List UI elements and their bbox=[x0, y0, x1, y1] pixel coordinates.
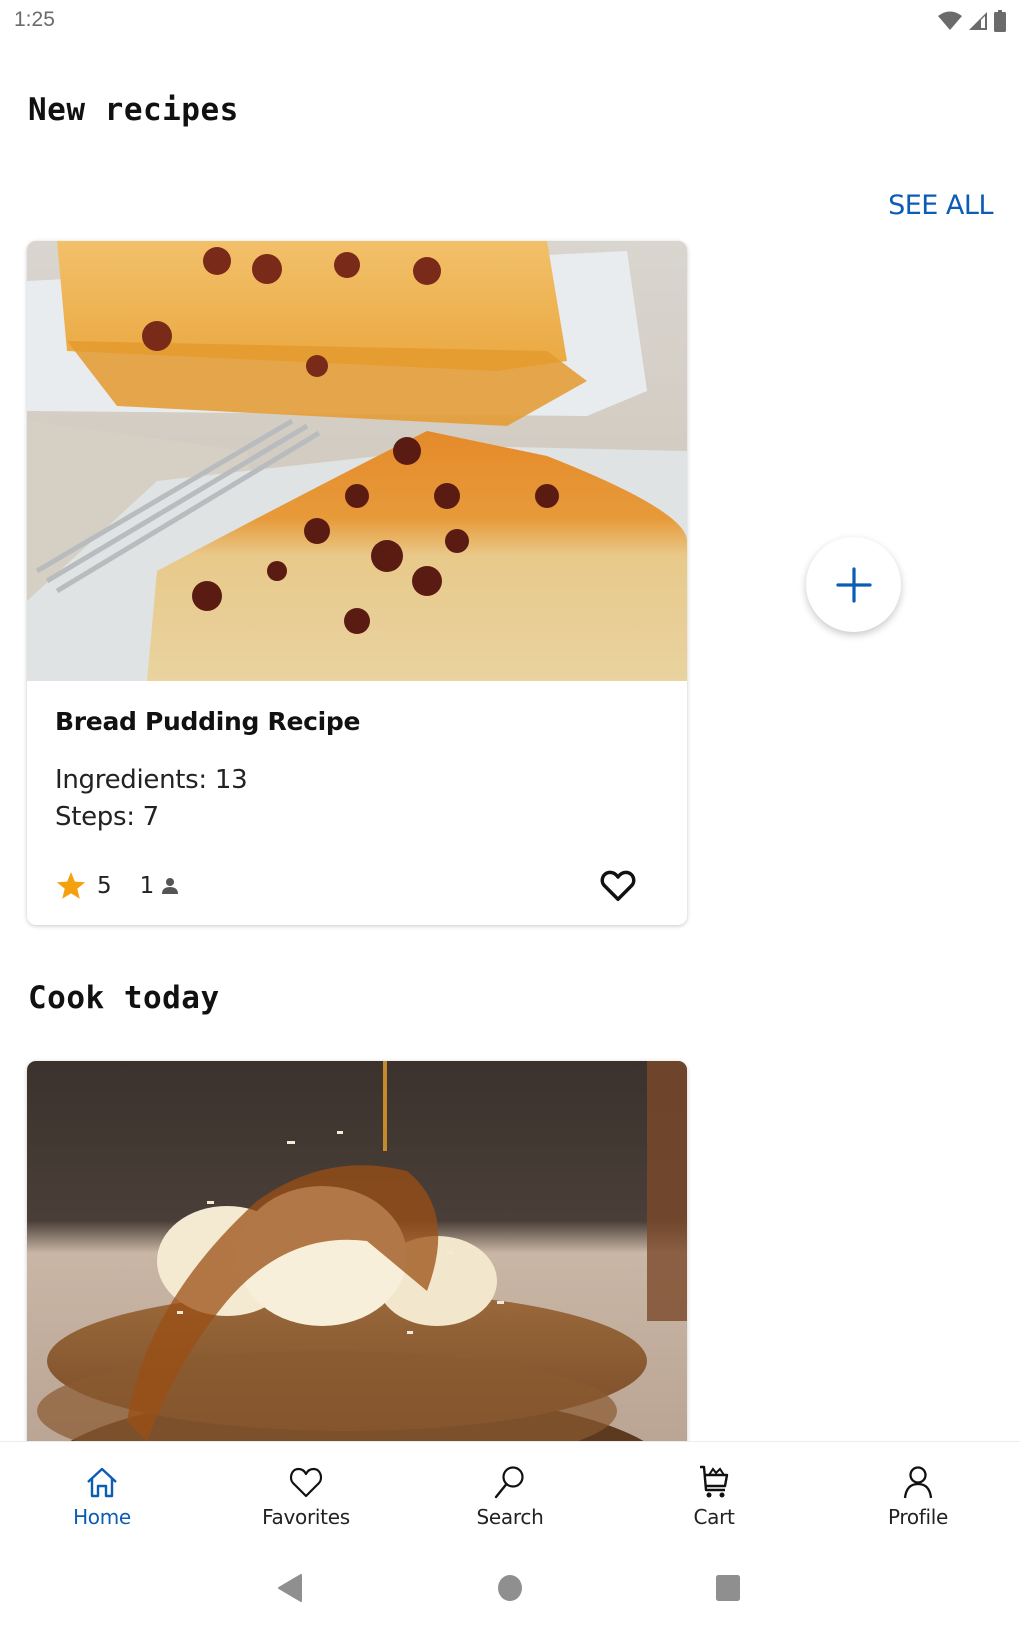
nav-favorites-label: Favorites bbox=[262, 1505, 350, 1529]
person-icon bbox=[162, 878, 179, 894]
person-icon bbox=[903, 1466, 933, 1499]
recipe-card-body: Bread Pudding Recipe Ingredients: 13 Ste… bbox=[27, 707, 687, 906]
home-icon bbox=[87, 1467, 117, 1498]
nav-profile-label: Profile bbox=[887, 1505, 949, 1529]
add-recipe-fab[interactable] bbox=[806, 537, 901, 632]
nav-favorites[interactable]: Favorites bbox=[204, 1442, 408, 1545]
cart-icon bbox=[700, 1465, 729, 1498]
cell-signal-icon bbox=[969, 12, 987, 30]
pancakes-photo bbox=[27, 1061, 687, 1461]
back-icon[interactable] bbox=[277, 1573, 303, 1603]
recipe-meta: Ingredients: 13 Steps: 7 bbox=[55, 762, 659, 836]
bread-pudding-photo bbox=[27, 241, 687, 681]
nav-home[interactable]: Home bbox=[0, 1442, 204, 1545]
nav-search-label: Search bbox=[476, 1505, 544, 1529]
nav-search[interactable]: Search bbox=[408, 1442, 612, 1545]
rating-value: 5 bbox=[97, 873, 112, 899]
nav-profile[interactable]: Profile bbox=[816, 1442, 1020, 1545]
star-icon bbox=[56, 872, 86, 899]
see-all-link[interactable]: SEE ALL bbox=[888, 190, 993, 221]
favorite-heart-button[interactable] bbox=[599, 866, 637, 904]
status-time: 1:25 bbox=[14, 8, 55, 31]
recipe-card[interactable]: Bread Pudding Recipe Ingredients: 13 Ste… bbox=[27, 241, 687, 925]
status-bar: 1:25 bbox=[0, 0, 1020, 44]
new-recipes-title: New recipes bbox=[28, 92, 239, 128]
reviews-count: 1 bbox=[139, 873, 155, 899]
search-icon bbox=[494, 1466, 524, 1499]
recents-icon[interactable] bbox=[715, 1573, 741, 1603]
wifi-icon bbox=[938, 11, 962, 30]
plus-icon bbox=[835, 566, 872, 603]
recipe-card[interactable] bbox=[27, 1061, 687, 1461]
nav-cart[interactable]: Cart bbox=[612, 1442, 816, 1545]
cook-today-title: Cook today bbox=[28, 980, 220, 1016]
steps-count: Steps: 7 bbox=[55, 802, 159, 832]
nav-cart-label: Cart bbox=[693, 1505, 735, 1529]
status-icons bbox=[938, 10, 1006, 32]
heart-icon bbox=[289, 1467, 323, 1498]
bottom-navigation: Home Favorites Search Cart Profile bbox=[0, 1441, 1020, 1545]
recipe-title: Bread Pudding Recipe bbox=[55, 707, 361, 736]
nav-home-label: Home bbox=[73, 1505, 131, 1529]
recipe-card-footer: 5 1 bbox=[55, 866, 659, 906]
recipe-image bbox=[27, 1061, 687, 1461]
battery-icon bbox=[994, 10, 1006, 32]
home-circle-icon[interactable] bbox=[497, 1573, 523, 1603]
ingredients-count: Ingredients: 13 bbox=[55, 765, 248, 795]
recipe-image bbox=[27, 241, 687, 681]
system-navigation-bar bbox=[0, 1545, 1020, 1632]
